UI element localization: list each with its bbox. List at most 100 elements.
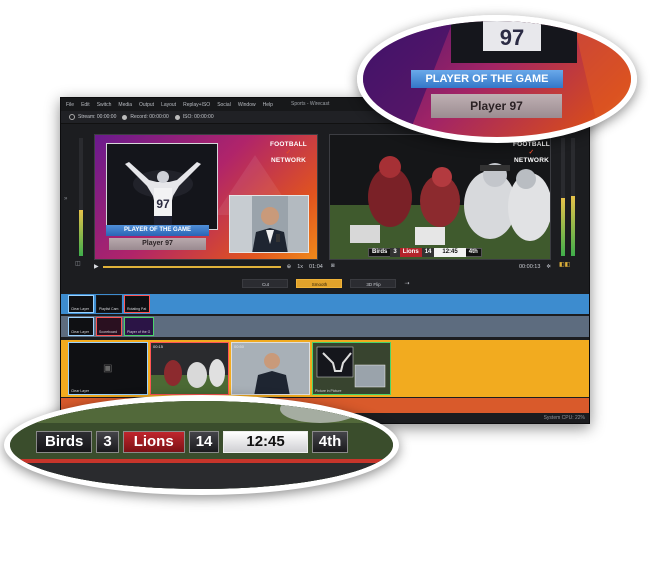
score-home-score: 3 xyxy=(390,248,400,257)
menu-social[interactable]: Social xyxy=(217,102,231,108)
network-logo-slash-icon: ✓ xyxy=(285,149,292,156)
callout-jersey-number: 97 xyxy=(500,25,524,50)
menu-layout[interactable]: Layout xyxy=(161,102,176,108)
callout-home-score: 3 xyxy=(96,431,119,453)
layer-1-shot-clear[interactable]: Clear Layer xyxy=(68,295,94,313)
callout-scoreboard: Birds 3 Lions 14 12:45 4th xyxy=(4,395,399,495)
callout-score-bar: Birds 3 Lions 14 12:45 4th xyxy=(36,431,349,453)
iso-time: 00:00:00 xyxy=(194,114,214,120)
menu-file[interactable]: File xyxy=(66,102,74,108)
score-away-team: Lions xyxy=(399,248,422,257)
stream-icon[interactable] xyxy=(69,114,75,120)
live-monitor[interactable]: FOOTBALL ✓ NETWORK Birds 3 Lions 14 12:4… xyxy=(329,134,551,260)
flip-button[interactable]: 3D Flip xyxy=(350,278,397,288)
stream-time: 00:00:00 xyxy=(96,114,117,120)
live-network-logo: FOOTBALL ✓ NETWORK xyxy=(513,141,550,165)
callout-away-score: 14 xyxy=(188,431,220,453)
transition-controls: Cut Smooth 3D Flip ⇢ xyxy=(61,276,589,290)
record-status: Record: 00:00:00 xyxy=(122,114,169,120)
record-label: Record: xyxy=(130,114,148,120)
menu-switch[interactable]: Switch xyxy=(97,102,112,108)
layer-3-shot-clear[interactable]: ▣ Clear Layer xyxy=(68,342,148,395)
callout-away-team: Lions xyxy=(122,431,185,453)
layer-1-shot-rotating[interactable]: Rotating Pat xyxy=(124,295,150,313)
reporter-thumb-image xyxy=(232,343,309,394)
live-time-wrap: 00:00:13 ✲ xyxy=(513,260,551,273)
scoreboard-small: Birds 3 Lions 14 12:45 4th xyxy=(368,248,482,257)
zoom-icon[interactable]: ⊕ xyxy=(287,264,292,270)
record-time: 00:00:00 xyxy=(149,114,169,120)
audio-meter-right xyxy=(571,138,575,256)
layer-1-bus: Clear Layer Playlist Cam Rotating Pat xyxy=(61,294,589,314)
layer-3-shot-pip[interactable]: Picture in Picture xyxy=(312,342,391,395)
pip-thumb-image xyxy=(313,343,390,394)
live-network-logo-slash-icon: ✓ xyxy=(528,149,535,156)
callout-quarter: 4th xyxy=(311,431,349,453)
preview-monitor[interactable]: 97 PLAYER OF THE GAME Player 97 FOOTBALL… xyxy=(94,134,318,260)
shot-label: Clear Layer xyxy=(71,389,90,393)
player-celebration-image: 97 xyxy=(107,144,217,229)
shot-label: Player of the G xyxy=(127,330,151,334)
iso-icon[interactable] xyxy=(174,114,180,120)
shot-label: Scoreboard xyxy=(99,330,118,334)
transition-arrow-icon[interactable]: ⇢ xyxy=(404,280,409,287)
player-photo: 97 xyxy=(106,143,218,230)
menu-edit[interactable]: Edit xyxy=(81,102,90,108)
stream-label: Stream: xyxy=(78,114,96,120)
layer-2-shot-clear[interactable]: Clear Layer xyxy=(68,317,94,336)
collapse-arrow-icon[interactable]: » xyxy=(64,196,67,202)
menu-help[interactable]: Help xyxy=(263,102,273,108)
menu-output[interactable]: Output xyxy=(139,102,154,108)
audio-monitor-icon[interactable]: ◧◧ xyxy=(559,261,570,268)
score-quarter: 4th xyxy=(468,249,478,255)
score-away-score: 14 xyxy=(421,248,435,257)
layer-3-shot-reporter[interactable]: 00:50 xyxy=(231,342,310,395)
shot-label: Clear Layer xyxy=(71,330,90,334)
football-thumb-image xyxy=(151,343,228,394)
callout-home-team: Birds xyxy=(36,431,93,453)
system-cpu: System CPU: 22% xyxy=(543,415,585,421)
live-settings-icon[interactable]: ✲ xyxy=(546,264,551,270)
layer-1-shot-playlist[interactable]: Playlist Cam xyxy=(96,295,122,313)
reporter-image xyxy=(230,196,308,252)
iso-label: ISO: xyxy=(182,114,193,120)
smooth-button[interactable]: Smooth xyxy=(296,278,343,288)
live-time: 00:00:13 xyxy=(519,263,541,270)
empty-shot-icon: ▣ xyxy=(103,363,113,374)
network-logo-line2: NETWORK xyxy=(271,157,306,164)
live-network-logo-line2: NETWORK xyxy=(514,157,549,164)
callout-player-name-bar: Player 97 xyxy=(431,94,562,118)
callout-player-of-game: 97 PLAYER OF THE GAME Player 97 xyxy=(357,15,637,143)
player-jersey-number: 97 xyxy=(156,197,170,211)
menu-media[interactable]: Media xyxy=(118,102,132,108)
preview-progress-bar[interactable] xyxy=(102,265,281,268)
cut-button[interactable]: Cut xyxy=(242,278,289,288)
network-logo: FOOTBALL ✓ NETWORK xyxy=(270,141,307,165)
layer-2-shot-player[interactable]: Player of the G xyxy=(124,317,154,336)
callout-player-of-game-bar: PLAYER OF THE GAME xyxy=(411,70,563,88)
iso-status: ISO: 00:00:00 xyxy=(174,114,214,120)
shot-label: Playlist Cam xyxy=(99,307,119,311)
play-icon[interactable]: ▶ xyxy=(94,263,99,270)
stream-status: Stream: 00:00:00 xyxy=(69,114,116,120)
layer-3-bus: ▣ Clear Layer 00:15 00:50 Picture in Pic… xyxy=(61,340,589,397)
shot-time: 00:50 xyxy=(234,344,245,349)
player-name-bar: Player 97 xyxy=(109,238,206,250)
score-clock: 12:45 xyxy=(434,248,466,257)
menu-replay-iso[interactable]: Replay+ISO xyxy=(183,102,210,108)
wirecast-window: File Edit Switch Media Output Layout Rep… xyxy=(60,97,590,424)
layer-2-shot-scoreboard[interactable]: Scoreboard xyxy=(96,317,122,336)
player-of-game-bar: PLAYER OF THE GAME xyxy=(106,225,209,236)
record-icon[interactable] xyxy=(122,114,128,120)
menu-window[interactable]: Window xyxy=(238,102,256,108)
audio-settings-icon[interactable]: ◫ xyxy=(75,260,81,267)
camera-icon[interactable]: ◙ xyxy=(331,263,335,269)
shot-label: Clear Layer xyxy=(71,307,90,311)
audio-meter-left xyxy=(79,138,83,256)
shot-label: Rotating Pat xyxy=(127,307,147,311)
score-home-team: Birds xyxy=(372,249,388,255)
audio-meter-right-2 xyxy=(561,138,565,256)
layer-3-shot-football[interactable]: 00:15 xyxy=(150,342,229,395)
shot-time: 00:15 xyxy=(153,344,164,349)
layer-2-bus: Clear Layer Scoreboard Player of the G xyxy=(61,316,589,337)
